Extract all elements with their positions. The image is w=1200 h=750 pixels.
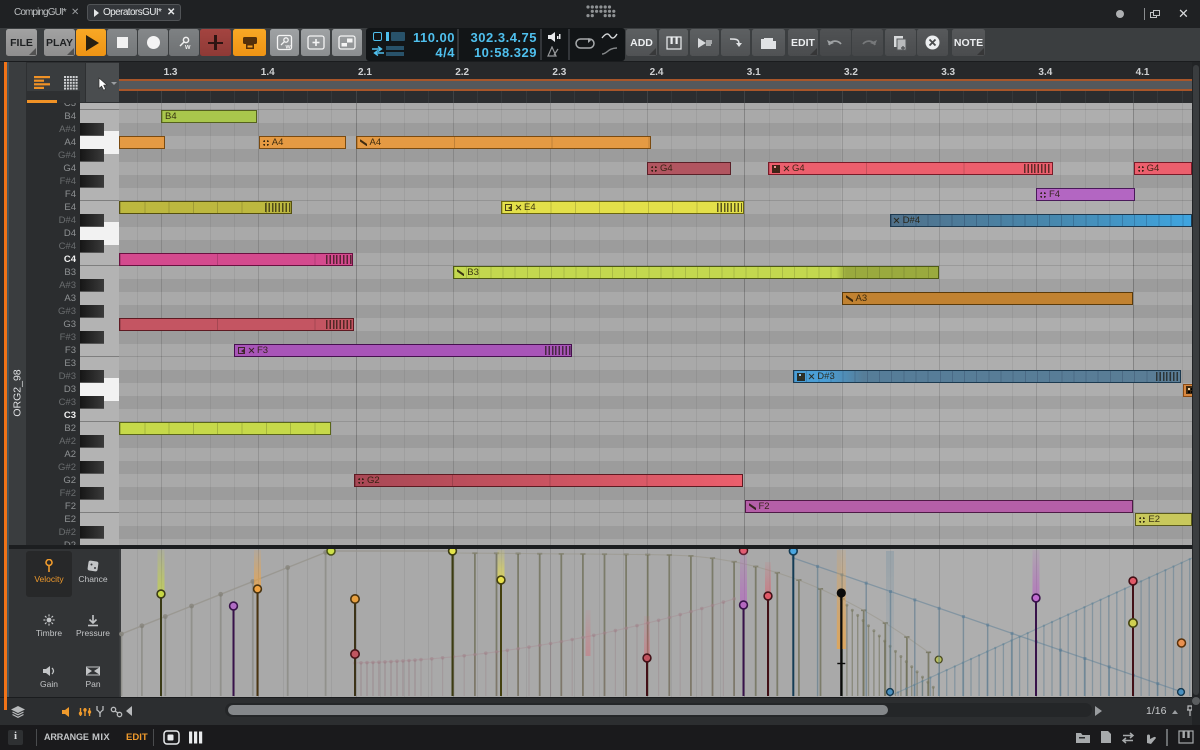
svg-text:w: w xyxy=(184,44,191,51)
svg-text:w: w xyxy=(285,44,292,51)
